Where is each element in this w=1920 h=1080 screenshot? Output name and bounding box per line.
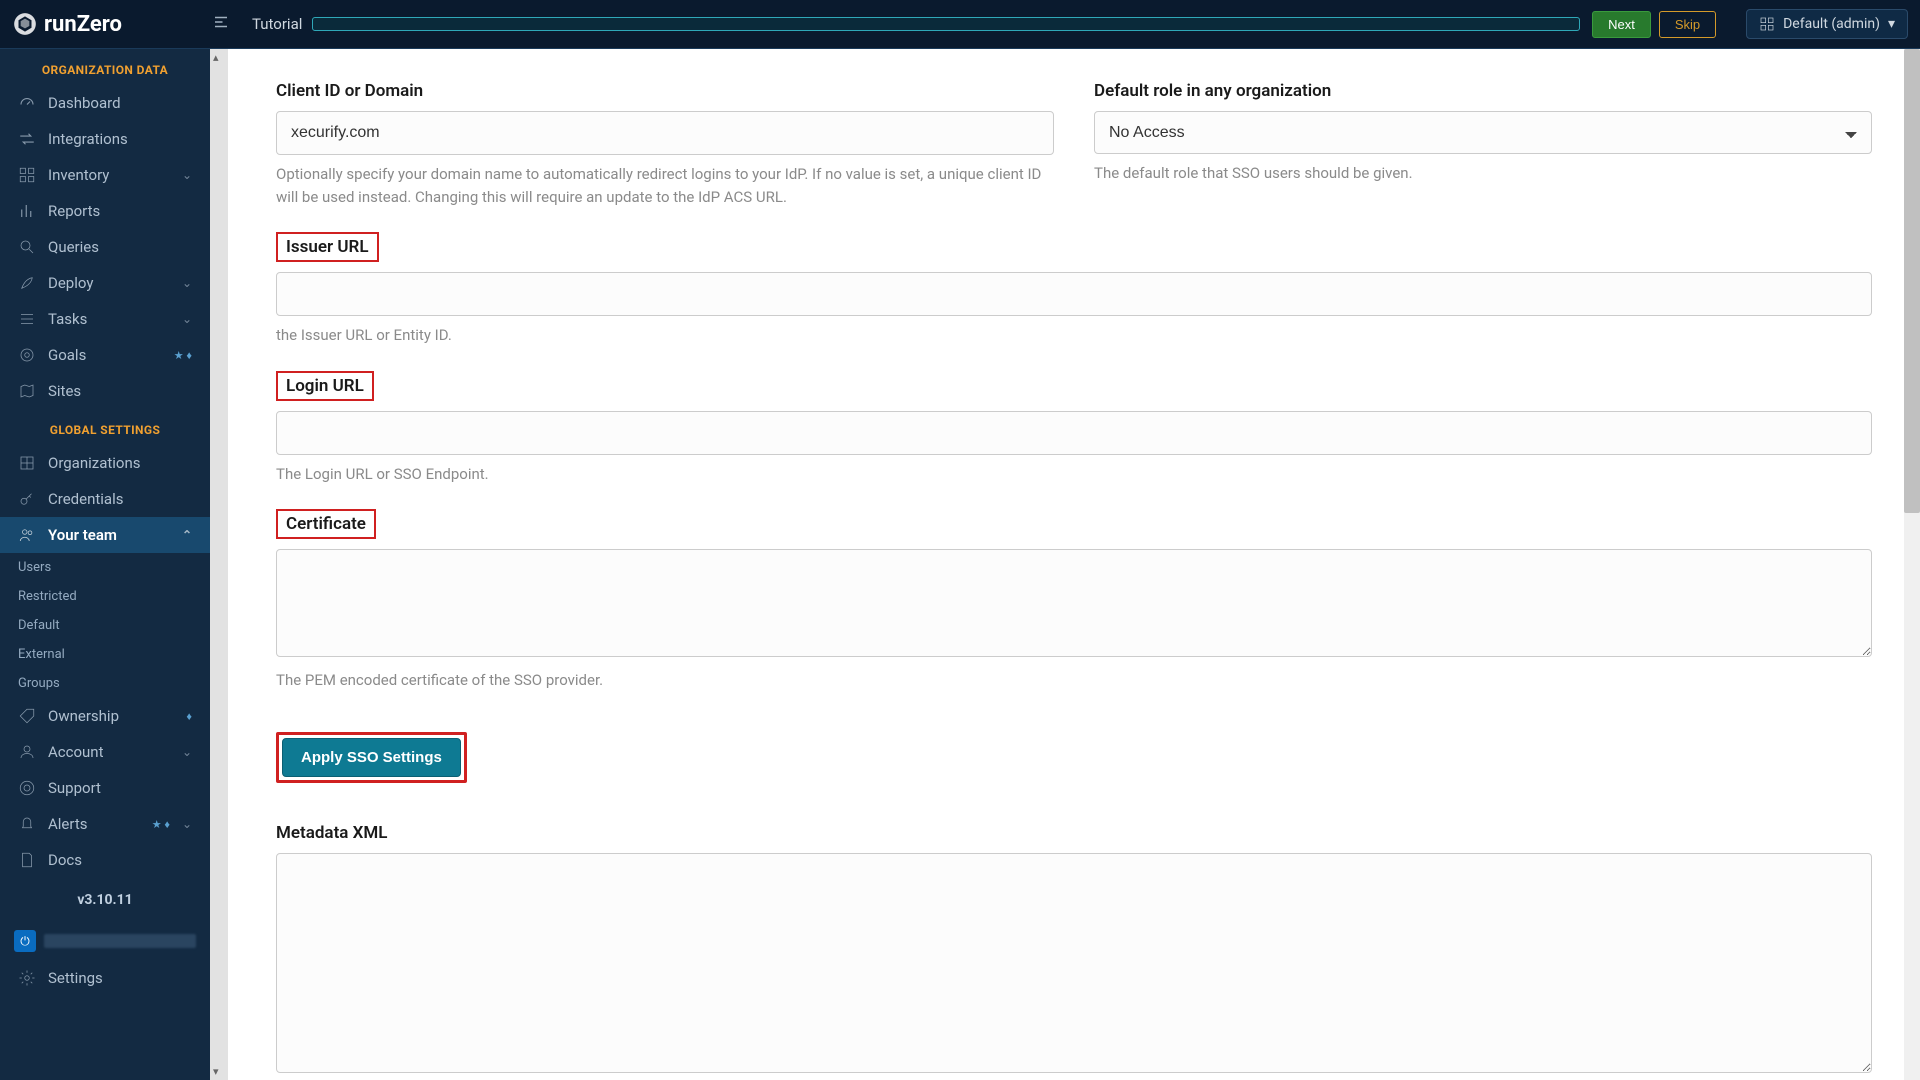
tutorial-progress-bar[interactable] <box>312 17 1580 31</box>
user-icon <box>18 743 36 761</box>
next-button[interactable]: Next <box>1592 11 1651 38</box>
org-icon <box>1759 16 1775 32</box>
grid-icon <box>18 166 36 184</box>
doc-icon <box>18 851 36 869</box>
chevron-down-icon: ⌄ <box>182 276 192 290</box>
topbar: runZero Tutorial Next Skip Default (admi… <box>0 0 1920 49</box>
sidebar-item-organizations[interactable]: Organizations <box>0 445 210 481</box>
sidebar-item-deploy[interactable]: Deploy ⌄ <box>0 265 210 301</box>
skip-button[interactable]: Skip <box>1659 11 1716 38</box>
client-id-help: Optionally specify your domain name to a… <box>276 163 1054 208</box>
sidebar-item-docs[interactable]: Docs <box>0 842 210 878</box>
key-icon <box>18 490 36 508</box>
sidebar-heading-org: ORGANIZATION DATA <box>0 49 210 85</box>
login-url-label: Login URL <box>276 371 374 401</box>
chevron-down-icon: ⌄ <box>182 817 192 831</box>
sidebar-item-queries[interactable]: Queries <box>0 229 210 265</box>
org-icon <box>18 454 36 472</box>
chevron-down-icon: ▾ <box>1888 16 1895 32</box>
gauge-icon <box>18 94 36 112</box>
main-content: Client ID or Domain Optionally specify y… <box>228 49 1920 1080</box>
lifebuoy-icon <box>18 779 36 797</box>
sidebar-item-your-team[interactable]: Your team ⌃ <box>0 517 210 553</box>
search-icon <box>18 238 36 256</box>
sidebar-sub-users[interactable]: Users <box>0 553 210 582</box>
tag-icon <box>18 707 36 725</box>
chevron-down-icon: ⌄ <box>182 745 192 759</box>
client-id-input[interactable] <box>276 111 1054 155</box>
target-icon <box>18 346 36 364</box>
sidebar-sub-default[interactable]: Default <box>0 611 210 640</box>
users-icon <box>18 526 36 544</box>
org-selector[interactable]: Default (admin) ▾ <box>1746 9 1908 39</box>
map-icon <box>18 382 36 400</box>
certificate-help: The PEM encoded certificate of the SSO p… <box>276 669 1872 692</box>
bar-chart-icon <box>18 202 36 220</box>
sidebar-sub-external[interactable]: External <box>0 640 210 669</box>
login-url-help: The Login URL or SSO Endpoint. <box>276 463 1872 486</box>
chevron-up-icon: ⌃ <box>182 528 192 542</box>
apply-sso-button[interactable]: Apply SSO Settings <box>282 738 461 777</box>
scroll-up-icon: ▴ <box>213 51 219 64</box>
metadata-xml-textarea[interactable] <box>276 853 1872 1073</box>
sidebar-item-credentials[interactable]: Credentials <box>0 481 210 517</box>
content-scrollbar[interactable] <box>1904 49 1920 1080</box>
sidebar-item-goals[interactable]: Goals ★ ♦ <box>0 337 210 373</box>
issuer-url-label: Issuer URL <box>276 232 379 262</box>
brand-logo[interactable]: runZero <box>12 11 192 37</box>
user-email-blurred <box>44 934 196 948</box>
tutorial-label: Tutorial <box>252 15 302 33</box>
sidebar-user[interactable]: ⏻ <box>0 922 210 960</box>
sidebar-item-integrations[interactable]: Integrations <box>0 121 210 157</box>
apply-button-highlight: Apply SSO Settings <box>276 732 467 783</box>
org-label: Default (admin) <box>1783 16 1880 32</box>
runzero-logo-icon <box>12 11 38 37</box>
sidebar-item-support[interactable]: Support <box>0 770 210 806</box>
scrollbar-thumb[interactable] <box>1904 49 1920 513</box>
menu-toggle-icon[interactable] <box>212 13 230 35</box>
sidebar-item-reports[interactable]: Reports <box>0 193 210 229</box>
sidebar-item-inventory[interactable]: Inventory ⌄ <box>0 157 210 193</box>
chevron-down-icon: ⌄ <box>182 168 192 182</box>
default-role-select[interactable]: No Access <box>1094 111 1872 154</box>
metadata-xml-label: Metadata XML <box>276 823 387 843</box>
sidebar-sub-restricted[interactable]: Restricted <box>0 582 210 611</box>
sidebar-sub-groups[interactable]: Groups <box>0 669 210 698</box>
star-badge-icon: ★ ♦ <box>174 349 192 362</box>
gear-icon <box>18 969 36 987</box>
sidebar-item-ownership[interactable]: Ownership ♦ <box>0 698 210 734</box>
sidebar-item-alerts[interactable]: Alerts ★ ♦ ⌄ <box>0 806 210 842</box>
chevron-down-icon: ⌄ <box>182 312 192 326</box>
sidebar-item-dashboard[interactable]: Dashboard <box>0 85 210 121</box>
version-label: v3.10.11 <box>0 878 210 922</box>
sidebar: ORGANIZATION DATA Dashboard Integrations… <box>0 49 210 1080</box>
star-badge-icon: ★ ♦ <box>152 818 170 831</box>
sidebar-heading-global: GLOBAL SETTINGS <box>0 409 210 445</box>
rocket-icon <box>18 274 36 292</box>
issuer-url-input[interactable] <box>276 272 1872 316</box>
issuer-url-help: the Issuer URL or Entity ID. <box>276 324 1872 347</box>
default-role-help: The default role that SSO users should b… <box>1094 162 1872 185</box>
sidebar-item-settings[interactable]: Settings <box>0 960 210 996</box>
power-icon: ⏻ <box>14 930 36 952</box>
brand-text: runZero <box>44 12 122 37</box>
login-url-input[interactable] <box>276 411 1872 455</box>
bell-icon <box>18 815 36 833</box>
sidebar-item-tasks[interactable]: Tasks ⌄ <box>0 301 210 337</box>
certificate-textarea[interactable] <box>276 549 1872 657</box>
sidebar-scrollbar[interactable]: ▴ ▾ <box>210 49 228 1080</box>
sidebar-item-sites[interactable]: Sites <box>0 373 210 409</box>
default-role-label: Default role in any organization <box>1094 81 1331 101</box>
arrows-icon <box>18 130 36 148</box>
certificate-label: Certificate <box>276 509 376 539</box>
sidebar-item-account[interactable]: Account ⌄ <box>0 734 210 770</box>
crown-badge-icon: ♦ <box>186 710 192 723</box>
client-id-label: Client ID or Domain <box>276 81 423 101</box>
scroll-down-icon: ▾ <box>213 1065 219 1078</box>
list-icon <box>18 310 36 328</box>
